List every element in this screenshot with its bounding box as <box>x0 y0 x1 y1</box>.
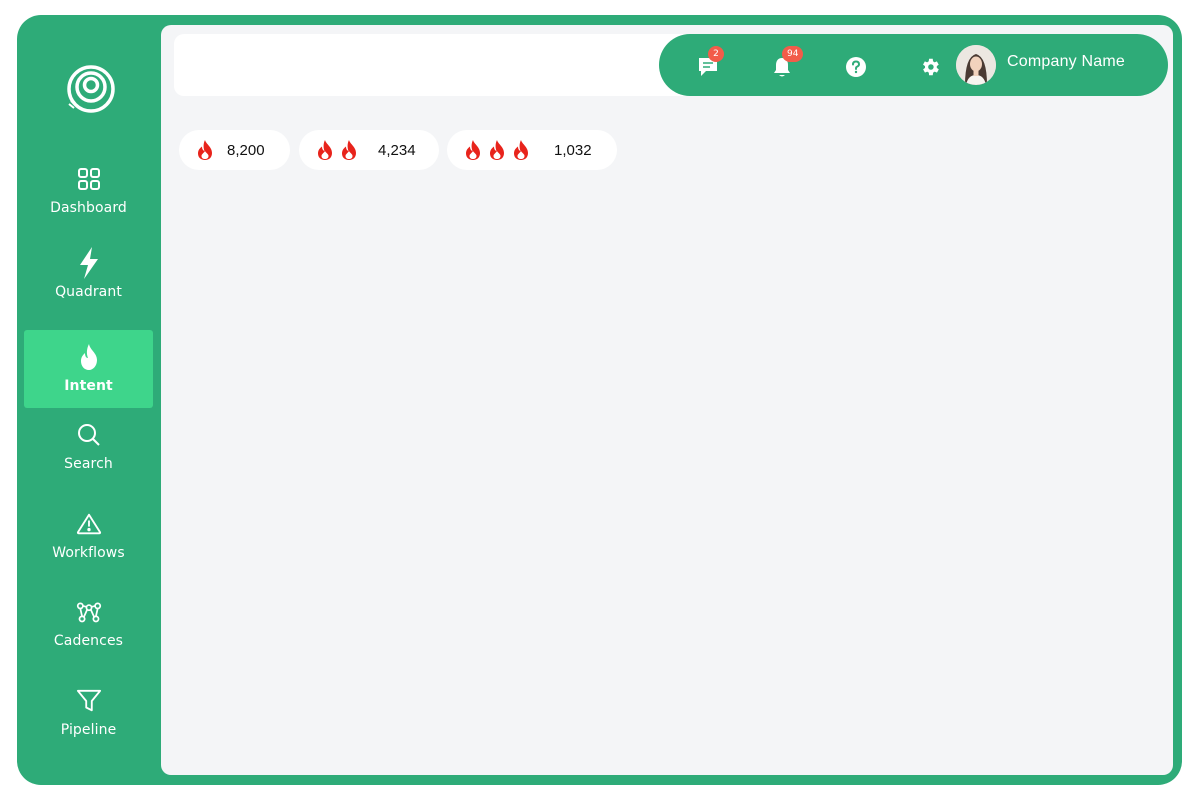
company-name[interactable]: Company Name <box>1007 53 1125 71</box>
nodes-icon <box>76 599 102 625</box>
sidebar-item-label: Search <box>64 456 113 472</box>
topbar-actions: 2 94 Company Name <box>659 34 1168 96</box>
intent-level-pill[interactable]: 8,200 <box>179 130 290 170</box>
gear-icon[interactable] <box>918 55 942 79</box>
sidebar-item-label: Dashboard <box>50 200 127 216</box>
sidebar-item-dashboard[interactable]: Dashboard <box>24 152 153 230</box>
flame-icon <box>76 344 102 370</box>
sidebar-item-label: Workflows <box>52 545 125 561</box>
chat-icon[interactable]: 2 <box>696 46 724 79</box>
sidebar-item-label: Cadences <box>53 633 124 649</box>
flame-icon <box>463 139 483 161</box>
intent-count: 1,032 <box>554 141 592 159</box>
flame-icon <box>195 139 215 161</box>
flame-icon <box>339 139 359 161</box>
lightning-icon <box>76 247 102 279</box>
warning-triangle-icon <box>76 511 102 537</box>
bell-icon[interactable]: 94 <box>770 46 804 79</box>
spiral-logo-icon[interactable] <box>65 63 117 115</box>
flame-group <box>463 139 535 161</box>
flame-icon <box>487 139 507 161</box>
notifications-badge: 94 <box>782 46 804 62</box>
funnel-icon <box>76 688 102 714</box>
sidebar-item-label: Quadrant <box>55 284 122 300</box>
avatar[interactable] <box>956 45 996 85</box>
help-icon[interactable] <box>844 55 868 79</box>
sidebar-item-quadrant[interactable]: Quadrant <box>24 236 153 314</box>
intent-count: 8,200 <box>227 141 265 159</box>
intent-level-pill[interactable]: 1,032 <box>447 130 617 170</box>
flame-group <box>315 139 363 161</box>
sidebar: Dashboard Quadrant Intent Search Workflo… <box>17 15 161 785</box>
sidebar-item-workflows[interactable]: Workflows <box>24 497 153 575</box>
intent-level-pill[interactable]: 4,234 <box>299 130 439 170</box>
sidebar-item-pipeline[interactable]: Pipeline <box>24 674 153 752</box>
flame-group <box>195 139 219 161</box>
flame-icon <box>511 139 531 161</box>
main-content: 2 94 Company Name 8,200 4,234 1,032 <box>161 25 1173 775</box>
sidebar-item-label: Intent <box>64 378 113 394</box>
grid-icon <box>76 166 102 192</box>
search-bar[interactable] <box>174 34 734 96</box>
sidebar-item-label: Pipeline <box>60 722 117 738</box>
messages-badge: 2 <box>708 46 724 62</box>
intent-count: 4,234 <box>378 141 416 159</box>
sidebar-item-search[interactable]: Search <box>24 408 153 486</box>
search-icon <box>76 422 102 448</box>
flame-icon <box>315 139 335 161</box>
sidebar-item-intent[interactable]: Intent <box>24 330 153 408</box>
sidebar-item-cadences[interactable]: Cadences <box>24 585 153 663</box>
